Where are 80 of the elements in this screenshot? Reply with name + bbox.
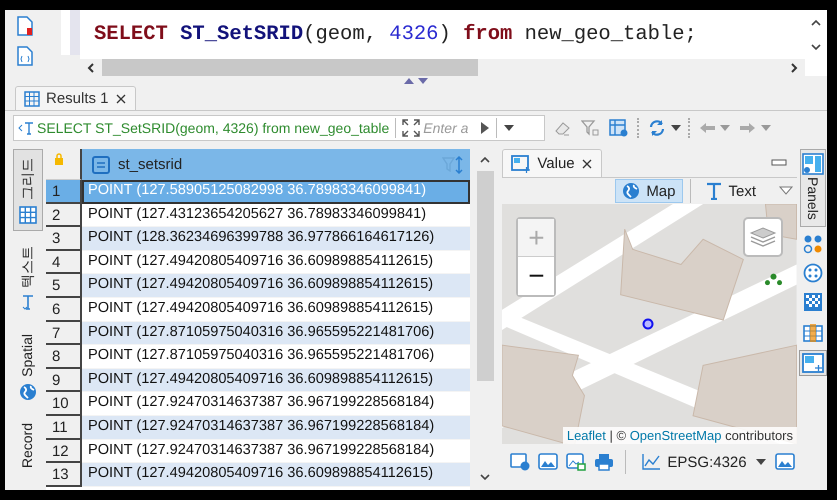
scroll-down-icon[interactable] xyxy=(810,42,822,52)
close-icon[interactable] xyxy=(580,158,593,170)
layers-button[interactable] xyxy=(743,217,784,257)
globe-icon xyxy=(622,182,640,200)
globe-icon xyxy=(18,382,37,401)
close-icon[interactable] xyxy=(114,92,127,104)
crs-selector[interactable]: EPSG:4326 xyxy=(637,453,747,471)
side-tab[interactable]: 그리드 xyxy=(13,149,43,231)
minimize-icon[interactable] xyxy=(771,159,788,167)
results-tab[interactable]: Results 1 xyxy=(15,86,136,110)
dropdown-icon[interactable] xyxy=(754,458,767,466)
row-number[interactable]: 5 xyxy=(46,274,82,298)
attribution-link[interactable]: OpenStreetMap xyxy=(630,428,722,443)
panels-icon xyxy=(802,153,824,175)
zoom-out-button[interactable]: − xyxy=(518,257,554,295)
column-header[interactable]: st_setsrid xyxy=(82,149,470,180)
table-cell[interactable]: POINT (127.49420805409716 36.609898854112615) xyxy=(82,274,470,298)
text-button[interactable]: Text xyxy=(698,179,764,203)
table-cell[interactable]: POINT (127.49420805409716 36.609898854112615) xyxy=(82,368,470,392)
circle-dots-icon[interactable] xyxy=(801,260,826,285)
side-tab[interactable]: Record xyxy=(13,414,43,477)
side-tab[interactable]: Spatial xyxy=(13,325,43,408)
row-number[interactable]: 8 xyxy=(46,345,82,369)
side-tab[interactable]: 텍스트 xyxy=(13,237,43,319)
scroll-up-icon[interactable] xyxy=(810,18,822,28)
script-file-icon[interactable] xyxy=(17,46,33,66)
image-add-icon[interactable] xyxy=(566,453,586,471)
filter-field[interactable]: SELECT ST_SetSRID(geom, 4326) from new_geo_table Enter a xyxy=(13,115,545,141)
table-cell[interactable]: POINT (127.92470314637387 36.967199228568184) xyxy=(82,416,470,440)
row-number[interactable]: 1 xyxy=(46,180,82,204)
print-icon[interactable] xyxy=(594,453,614,471)
row-number[interactable]: 6 xyxy=(46,298,82,322)
table-icon xyxy=(24,90,40,106)
table-cell[interactable]: POINT (127.49420805409716 36.609898854112615) xyxy=(82,463,470,487)
text-icon xyxy=(704,182,722,200)
file-icon[interactable] xyxy=(17,16,33,36)
map-button[interactable]: Map xyxy=(615,179,682,203)
value-icon xyxy=(511,154,532,172)
row-number[interactable]: 10 xyxy=(46,392,82,416)
row-number[interactable]: 12 xyxy=(46,440,82,464)
scroll-down-icon[interactable] xyxy=(479,472,492,482)
dropdown-icon[interactable] xyxy=(670,124,682,132)
image-icon[interactable] xyxy=(538,453,558,471)
table-cell[interactable]: POINT (127.92470314637387 36.967199228568184) xyxy=(82,440,470,464)
collapse-up-icon[interactable] xyxy=(404,78,414,84)
image-icon[interactable] xyxy=(774,453,795,471)
row-number[interactable]: 13 xyxy=(46,463,82,487)
run-icon[interactable] xyxy=(480,121,490,135)
location-marker-icon[interactable] xyxy=(642,318,654,330)
value-tab[interactable]: Value xyxy=(502,149,602,177)
panels-tab[interactable]: Panels xyxy=(800,149,826,227)
quick-filter-field[interactable]: Enter a xyxy=(423,120,478,136)
filter-icon[interactable] xyxy=(579,119,601,137)
expand-icon[interactable] xyxy=(402,119,420,137)
value-panel-icon[interactable] xyxy=(799,350,827,376)
scroll-thumb[interactable] xyxy=(102,59,478,76)
row-number[interactable]: 4 xyxy=(46,250,82,274)
table-cell[interactable]: POINT (127.43123654205627 36.78983346099841) xyxy=(82,204,470,228)
dropdown-icon[interactable] xyxy=(503,124,516,132)
scroll-up-icon[interactable] xyxy=(479,155,492,165)
row-number[interactable]: 11 xyxy=(46,416,82,440)
grid-icon xyxy=(18,206,37,224)
map-attribution: Leaflet | © OpenStreetMap contributors xyxy=(562,427,798,444)
lock-icon xyxy=(54,153,64,165)
row-number[interactable]: 7 xyxy=(46,322,82,346)
table-cell[interactable]: POINT (127.87105975040316 36.965595221481706) xyxy=(82,322,470,346)
chart-icon xyxy=(641,453,662,471)
table-cell[interactable]: POINT (127.87105975040316 36.965595221481706) xyxy=(82,345,470,369)
table-cell[interactable]: POINT (127.92470314637387 36.967199228568184) xyxy=(82,392,470,416)
row-number[interactable]: 9 xyxy=(46,368,82,392)
scroll-thumb[interactable] xyxy=(476,171,494,381)
sql-text-icon xyxy=(18,120,34,136)
column-icon xyxy=(92,156,110,174)
row-number[interactable]: 2 xyxy=(46,204,82,228)
expand-down-icon[interactable] xyxy=(418,78,428,84)
attribution-link[interactable]: Leaflet xyxy=(566,428,606,443)
menu-triangle-icon[interactable] xyxy=(779,186,794,196)
row-number[interactable]: 3 xyxy=(46,227,82,251)
text-icon xyxy=(20,294,35,312)
table-cell[interactable]: POINT (128.36234696399788 36.977866164617126) xyxy=(82,227,470,251)
